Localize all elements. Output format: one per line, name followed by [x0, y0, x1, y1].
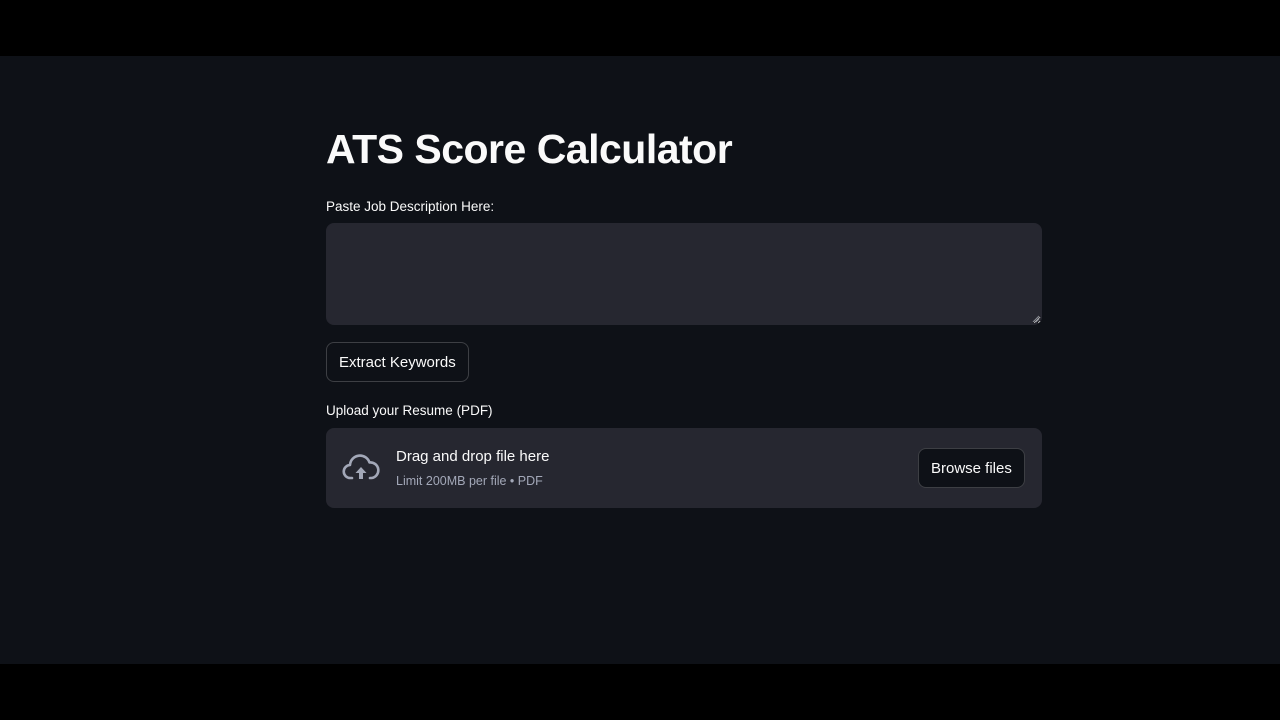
app-container: ATS Score Calculator Paste Job Descripti…: [0, 56, 1280, 664]
drop-instruction: Drag and drop file here: [396, 448, 550, 465]
extract-keywords-button[interactable]: Extract Keywords: [326, 342, 469, 382]
letterbox-bottom: [0, 664, 1280, 720]
resume-upload-label: Upload your Resume (PDF): [326, 403, 493, 418]
browse-files-button[interactable]: Browse files: [918, 448, 1025, 488]
letterbox-top: [0, 0, 1280, 56]
resize-handle-icon[interactable]: [1032, 315, 1040, 323]
job-description-textarea[interactable]: [326, 223, 1042, 325]
page-title: ATS Score Calculator: [326, 126, 733, 172]
file-dropzone[interactable]: Drag and drop file here Limit 200MB per …: [326, 428, 1042, 508]
cloud-upload-icon: [342, 454, 380, 480]
upload-limit-text: Limit 200MB per file • PDF: [396, 474, 543, 488]
job-description-label: Paste Job Description Here:: [326, 199, 495, 214]
